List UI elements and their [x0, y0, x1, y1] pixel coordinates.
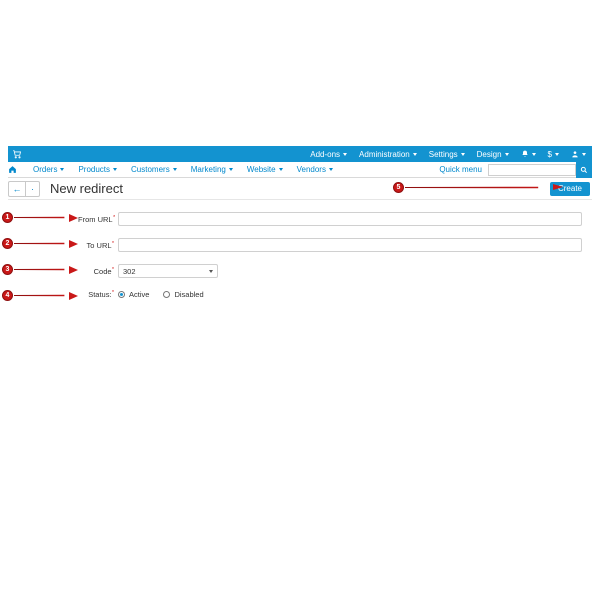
chevron-down-icon	[209, 270, 213, 273]
bell-icon	[521, 150, 529, 158]
search-input[interactable]	[488, 164, 576, 176]
arrow-left-icon: ←	[13, 184, 22, 194]
quick-menu-link[interactable]: Quick menu	[433, 165, 488, 174]
chevron-down-icon	[329, 168, 333, 171]
row-code: Code 302	[78, 264, 582, 278]
status-active-radio[interactable]	[118, 291, 125, 298]
chevron-down-icon	[582, 153, 586, 156]
nav-orders[interactable]: Orders	[26, 165, 71, 174]
annotation-marker-4: 4	[2, 290, 13, 301]
page-header: ← · New redirect Create	[8, 178, 592, 200]
chevron-down-icon	[173, 168, 177, 171]
nav-products[interactable]: Products	[71, 165, 124, 174]
nav-marketing[interactable]: Marketing	[184, 165, 240, 174]
nav-home[interactable]	[8, 165, 26, 174]
nav-vendors[interactable]: Vendors	[290, 165, 340, 174]
topnav-settings[interactable]: Settings	[423, 146, 471, 162]
status-disabled-radio[interactable]	[163, 291, 170, 298]
chevron-down-icon	[532, 153, 536, 156]
row-from-url: From URL	[78, 212, 582, 226]
search-button[interactable]	[576, 162, 592, 178]
status-active-label: Active	[129, 290, 149, 299]
main-nav: Orders Products Customers Marketing Webs…	[8, 162, 592, 178]
chevron-down-icon	[60, 168, 64, 171]
chevron-down-icon	[461, 153, 465, 156]
annotation-arrow-3	[14, 266, 78, 267]
topnav-notifications[interactable]	[515, 146, 542, 162]
annotation-marker-2: 2	[2, 238, 13, 249]
chevron-down-icon	[279, 168, 283, 171]
chevron-down-icon	[505, 153, 509, 156]
code-select-value: 302	[123, 267, 136, 276]
row-to-url: To URL	[78, 238, 582, 252]
to-url-input[interactable]	[118, 238, 582, 252]
chevron-down-icon	[343, 153, 347, 156]
topbar: Add-ons Administration Settings Design $	[8, 146, 592, 162]
annotation-marker-3: 3	[2, 264, 13, 275]
topnav-currency[interactable]: $	[542, 146, 565, 162]
topnav-design[interactable]: Design	[471, 146, 515, 162]
cart-icon[interactable]	[12, 149, 22, 159]
dot-icon: ·	[31, 184, 34, 194]
annotation-marker-5: 5	[393, 182, 404, 193]
status-disabled-label: Disabled	[174, 290, 203, 299]
back-more-button[interactable]: ·	[26, 181, 40, 197]
topnav-user[interactable]	[565, 146, 592, 162]
nav-customers[interactable]: Customers	[124, 165, 184, 174]
label-code: Code	[78, 267, 118, 276]
annotation-arrow-5	[405, 184, 563, 185]
currency-symbol: $	[548, 150, 552, 159]
page-title: New redirect	[50, 181, 123, 196]
label-from-url: From URL	[78, 215, 118, 224]
from-url-input[interactable]	[118, 212, 582, 226]
annotation-arrow-2	[14, 240, 78, 241]
chevron-down-icon	[413, 153, 417, 156]
search-icon	[580, 166, 588, 174]
nav-website[interactable]: Website	[240, 165, 290, 174]
label-status: Status:	[78, 290, 118, 299]
chevron-down-icon	[113, 168, 117, 171]
code-select[interactable]: 302	[118, 264, 218, 278]
row-status: Status: Active Disabled	[78, 290, 582, 299]
annotation-marker-1: 1	[2, 212, 13, 223]
home-icon	[8, 165, 26, 174]
annotation-arrow-4	[14, 292, 78, 293]
redirect-form: From URL To URL Code 302 Status: Active …	[78, 212, 582, 311]
back-button[interactable]: ←	[8, 181, 26, 197]
label-to-url: To URL	[78, 241, 118, 250]
chevron-down-icon	[229, 168, 233, 171]
topnav-addons[interactable]: Add-ons	[304, 146, 353, 162]
user-icon	[571, 150, 579, 158]
chevron-down-icon	[555, 153, 559, 156]
annotation-arrow-1	[14, 214, 78, 215]
topnav-administration[interactable]: Administration	[353, 146, 423, 162]
